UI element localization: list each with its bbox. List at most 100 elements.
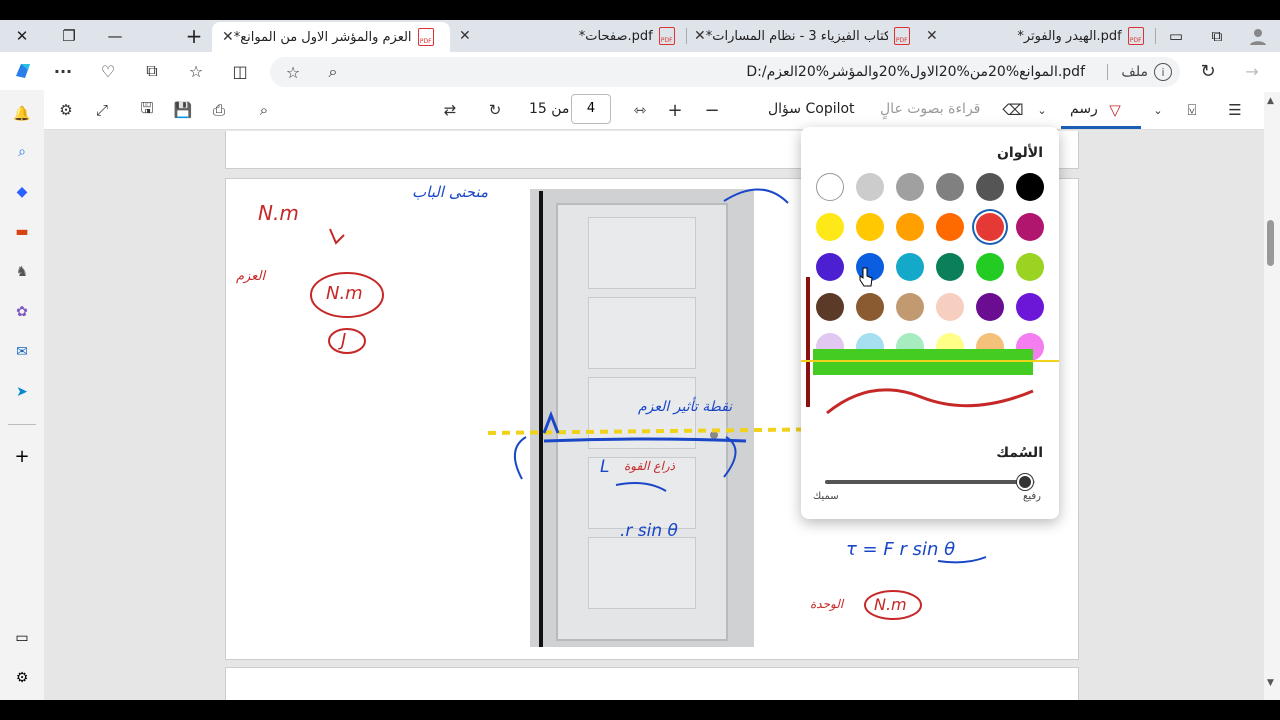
tab-actions-icon[interactable]: ▭ — [1162, 24, 1190, 48]
scroll-up-icon[interactable]: ▲ — [1267, 96, 1274, 106]
games-icon[interactable]: ♞ — [10, 260, 34, 284]
highlight-icon[interactable]: ⍌ — [1179, 98, 1205, 122]
address-bar-row: ··· ♡ ⧉ ☆ ◫ ☆ ⌕ D:/الموانع%20من%20الاول%… — [0, 52, 1280, 90]
thickness-slider-fill — [825, 480, 1025, 484]
sidebar-settings-icon[interactable]: ⚙ — [10, 666, 34, 690]
pdf-file-icon: PDF — [893, 27, 910, 45]
tab-active[interactable]: ✕ *العزم والمؤشر الاول من الموانع.pdf PD… — [212, 22, 450, 52]
drop-icon[interactable]: ➤ — [10, 380, 34, 404]
copilot-logo-icon[interactable] — [8, 56, 38, 86]
close-tab-icon[interactable]: ✕ — [222, 29, 234, 45]
ink-nm-circle: N.m — [326, 283, 363, 304]
color-swatch[interactable] — [976, 213, 1004, 241]
color-swatch[interactable] — [816, 213, 844, 241]
search-icon[interactable]: ⌕ — [10, 140, 34, 164]
tools-icon[interactable]: ▬ — [10, 220, 34, 244]
page-number-input[interactable]: 4 — [571, 94, 611, 124]
forward-icon[interactable]: → — [1237, 56, 1267, 86]
thickness-slider-knob[interactable] — [1016, 474, 1033, 490]
app-window: ✕ ❐ — + ✕ *العزم والمؤشر الاول من الموان… — [0, 0, 1280, 720]
minimize-window-icon[interactable]: — — [101, 24, 129, 48]
tab-label: *كتاب الفيزياء 3 - نظام المسارات.pdf — [705, 28, 888, 44]
ink-unit-nm: N.m — [874, 595, 907, 614]
color-swatch[interactable] — [936, 173, 964, 201]
draw-color-panel: الألوان السُمك رفيع سميك — [801, 127, 1059, 519]
vertical-scrollbar[interactable]: ▲ ▼ — [1264, 92, 1280, 700]
color-swatch[interactable] — [896, 173, 924, 201]
ink-unit-label: الوحدة — [810, 597, 844, 611]
color-swatch[interactable] — [896, 213, 924, 241]
color-swatch[interactable] — [1016, 213, 1044, 241]
print-icon[interactable]: ⎙ — [206, 98, 232, 122]
file-label: ملف — [1121, 64, 1148, 80]
close-tab-icon[interactable]: ✕ — [926, 28, 938, 44]
tab-label: *العزم والمؤشر الاول من الموانع.pdf — [233, 29, 412, 45]
zoom-icon[interactable]: ⌕ — [318, 57, 348, 87]
draw-options-chevron-icon[interactable]: ⌄ — [1029, 98, 1055, 122]
browser-essentials-icon[interactable]: ♡ — [93, 56, 123, 86]
edge-sidebar: 🔔 ⌕ ◆ ▬ ♞ ✿ ✉ ➤ + ▭ ⚙ — [0, 90, 44, 700]
new-tab-icon[interactable]: + — [180, 24, 208, 48]
color-swatch[interactable] — [1016, 173, 1044, 201]
fit-width-icon[interactable]: ⇿ — [627, 98, 653, 122]
close-window-icon[interactable]: ✕ — [8, 24, 36, 48]
save-icon[interactable]: 💾 — [170, 98, 196, 122]
close-tab-icon[interactable]: ✕ — [459, 28, 471, 44]
more-options-icon[interactable]: ··· — [48, 56, 78, 86]
ink-L-label: L — [600, 457, 610, 477]
rotate-icon[interactable]: ↻ — [482, 98, 508, 122]
close-tab-icon[interactable]: ✕ — [694, 28, 706, 44]
thick-label: سميك — [813, 491, 839, 502]
page-total: من 15 — [529, 101, 570, 117]
tab-separator — [686, 28, 687, 44]
outlook-icon[interactable]: ✉ — [10, 340, 34, 364]
ink-rsin: .r sin θ — [620, 521, 678, 541]
refresh-icon[interactable]: ↻ — [1193, 56, 1223, 86]
info-icon[interactable]: i — [1154, 63, 1172, 81]
thickness-slider-track[interactable] — [825, 480, 1035, 484]
pdf-settings-icon[interactable]: ⚙ — [53, 98, 79, 122]
color-swatch[interactable] — [936, 213, 964, 241]
restore-window-icon[interactable]: ❐ — [55, 24, 83, 48]
draw-button[interactable]: رسم — [1070, 101, 1098, 117]
ink-torque-effect: نقطة تأثير العزم — [638, 399, 733, 415]
collections-icon[interactable]: ⧉ — [137, 56, 167, 86]
ask-copilot-button[interactable]: سؤال Copilot — [768, 101, 855, 117]
ink-arm-label: ذراع القوة — [624, 459, 675, 473]
split-screen-icon[interactable]: ◫ — [225, 56, 255, 86]
zoom-out-icon[interactable]: − — [699, 98, 725, 122]
ink-j-circle: J — [341, 330, 347, 351]
fullscreen-icon[interactable]: ⤢ — [89, 98, 115, 122]
profile-avatar-icon[interactable] — [1244, 24, 1272, 48]
add-favorite-icon[interactable]: ☆ — [278, 57, 308, 87]
add-sidebar-app-icon[interactable]: + — [10, 444, 34, 468]
tab-pages[interactable]: ✕ *صفحات.pdf PDF — [455, 20, 683, 52]
eraser-icon[interactable]: ⌫ — [1000, 98, 1026, 122]
color-swatch[interactable] — [976, 173, 1004, 201]
highlight-chevron-icon[interactable]: ⌄ — [1145, 98, 1171, 122]
scroll-down-icon[interactable]: ▼ — [1267, 678, 1274, 688]
color-swatch[interactable] — [856, 173, 884, 201]
sidebar-divider — [8, 424, 36, 425]
save-as-icon[interactable]: 🖫 — [134, 98, 160, 122]
zoom-in-icon[interactable]: + — [662, 98, 688, 122]
address-field[interactable]: ☆ ⌕ D:/الموانع%20من%20الاول%20والمؤشر%20… — [270, 57, 1180, 87]
microsoft365-icon[interactable]: ✿ — [10, 300, 34, 324]
notifications-icon[interactable]: 🔔 — [10, 102, 34, 126]
pdf-file-icon: PDF — [1127, 27, 1144, 45]
contents-icon[interactable]: ☰ — [1222, 98, 1248, 122]
color-swatch[interactable] — [816, 173, 844, 201]
url-separator — [1107, 64, 1108, 80]
shopping-icon[interactable]: ◆ — [10, 180, 34, 204]
scrollbar-thumb[interactable] — [1267, 220, 1274, 266]
workspaces-icon[interactable]: ⧉ — [1203, 24, 1231, 48]
find-icon[interactable]: ⌕ — [251, 98, 277, 122]
draw-pen-icon[interactable]: ▽ — [1102, 98, 1128, 122]
tab-header-footer[interactable]: ✕ *الهيدر والفوتر.pdf PDF — [922, 20, 1152, 52]
read-aloud-button[interactable]: قراءة بصوت عالٍ — [880, 101, 980, 117]
color-swatch[interactable] — [856, 213, 884, 241]
page-view-icon[interactable]: ⇄ — [437, 98, 463, 122]
favorites-icon[interactable]: ☆ — [181, 56, 211, 86]
tab-physics-book[interactable]: ✕ *كتاب الفيزياء 3 - نظام المسارات.pdf P… — [690, 20, 918, 52]
hide-sidebar-icon[interactable]: ▭ — [10, 626, 34, 650]
